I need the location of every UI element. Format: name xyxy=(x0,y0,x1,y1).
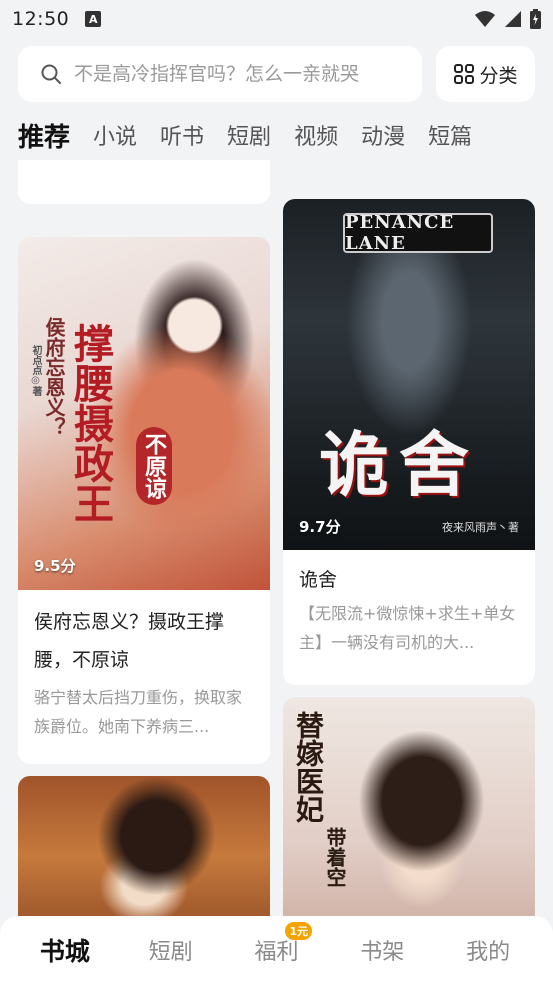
tab-short-drama[interactable]: 短剧 xyxy=(227,119,271,151)
search-row: 分类 xyxy=(18,46,535,102)
category-label: 分类 xyxy=(479,64,518,87)
book-card[interactable]: PENANCE LANE 诡舍 夜来风雨声丶著 9.7分 诡舍 【无限流+微惊悚… xyxy=(283,199,535,685)
tab-short-story[interactable]: 短篇 xyxy=(428,119,472,151)
tab-anime[interactable]: 动漫 xyxy=(361,119,405,151)
search-bar[interactable] xyxy=(18,46,422,102)
grid-icon xyxy=(454,64,475,84)
book-card[interactable]: 替嫁医妃 带着空 xyxy=(283,697,535,916)
book-cover: 替嫁医妃 带着空 xyxy=(283,697,535,916)
nav-short-drama[interactable]: 短剧 xyxy=(126,934,216,966)
rating-badge: 9.7分 xyxy=(299,518,341,536)
cover-author: 夜来风雨声丶著 xyxy=(442,521,519,534)
tab-video[interactable]: 视频 xyxy=(294,119,338,151)
nav-welfare[interactable]: 福利 1元 xyxy=(231,922,321,966)
cover-subtitle: 带着空 xyxy=(323,827,347,887)
book-feed[interactable]: 侯府忘恩义？ 撑腰摄政王 不原谅 初点点◎著 9.5分 侯府忘恩义？摄政王撑腰，… xyxy=(0,160,553,916)
tab-recommend[interactable]: 推荐 xyxy=(18,117,70,154)
cover-title: 诡舍 xyxy=(319,423,479,506)
category-tabs: 推荐 小说 听书 短剧 视频 动漫 短篇 xyxy=(18,112,495,158)
cover-tag: 不原谅 xyxy=(136,427,172,505)
nav-welfare-label: 福利 xyxy=(254,940,299,965)
welfare-badge: 1元 xyxy=(285,922,313,940)
book-card[interactable] xyxy=(18,776,270,916)
rating-badge: 9.5分 xyxy=(34,557,76,575)
book-cover: PENANCE LANE 诡舍 夜来风雨声丶著 9.7分 xyxy=(283,199,535,550)
cover-subtitle: 侯府忘恩义？ xyxy=(42,317,66,437)
status-time: 12:50 xyxy=(12,8,70,30)
bottom-navigation: 书城 短剧 福利 1元 书架 我的 xyxy=(0,916,553,984)
book-cover xyxy=(18,776,270,916)
nav-profile[interactable]: 我的 xyxy=(443,934,533,966)
cover-author: 初点点◎著 xyxy=(30,345,41,396)
nav-bookstore[interactable]: 书城 xyxy=(20,932,110,968)
cover-title: 替嫁医妃 xyxy=(292,711,325,823)
battery-charging-icon xyxy=(530,9,541,29)
search-input[interactable] xyxy=(74,63,394,85)
book-description: 【无限流+微惊悚+求生+单女主】一辆没有司机的大... xyxy=(299,604,516,652)
tab-novel[interactable]: 小说 xyxy=(93,119,137,151)
notification-app-icon: A xyxy=(85,11,102,27)
wifi-icon xyxy=(475,11,495,27)
book-cover: 侯府忘恩义？ 撑腰摄政王 不原谅 初点点◎著 9.5分 xyxy=(18,237,270,590)
tab-audiobook[interactable]: 听书 xyxy=(160,119,204,151)
book-card-partial[interactable] xyxy=(18,160,270,204)
category-button[interactable]: 分类 xyxy=(436,46,535,102)
signal-icon xyxy=(505,11,521,27)
cover-title: 撑腰摄政王 xyxy=(67,323,114,523)
book-description: 骆宁替太后挡刀重伤，换取家族爵位。她南下养病三... xyxy=(34,688,243,736)
book-title: 诡舍 xyxy=(299,569,338,591)
status-bar: 12:50 A xyxy=(0,0,553,38)
search-icon xyxy=(41,64,61,84)
status-indicators xyxy=(474,9,541,29)
book-title: 侯府忘恩义？摄政王撑腰，不原谅 xyxy=(34,611,225,671)
nav-bookshelf[interactable]: 书架 xyxy=(337,934,427,966)
cover-sign: PENANCE LANE xyxy=(343,212,493,254)
book-card[interactable]: 侯府忘恩义？ 撑腰摄政王 不原谅 初点点◎著 9.5分 侯府忘恩义？摄政王撑腰，… xyxy=(18,237,270,764)
